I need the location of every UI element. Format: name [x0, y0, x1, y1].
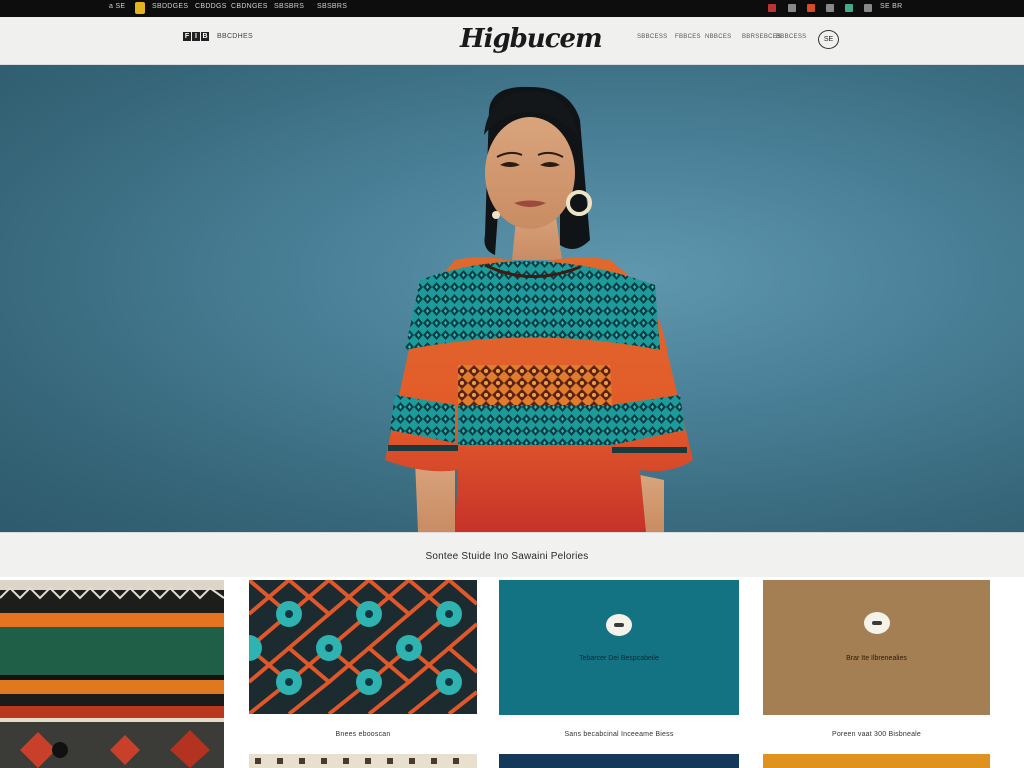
nav-item-1[interactable]: SBBCESS [637, 34, 667, 40]
hero-model-image [385, 86, 693, 532]
blog-icon[interactable]: B [201, 32, 209, 41]
product-badge-icon [606, 614, 632, 636]
product-caption-4[interactable]: Poreen vaat 300 Bisbneale [763, 731, 990, 738]
topbar-item-4[interactable]: CBDNGES [231, 3, 268, 10]
facebook-icon[interactable]: F [183, 32, 191, 41]
section-header: Sontee Stuide Ino Sawaini Pelories [0, 532, 1024, 577]
product-card-4-text: Brar Ite Ilbrenealies [846, 655, 907, 662]
topbar-item-3[interactable]: CBDDGS [195, 3, 227, 10]
topbar-item-2[interactable]: SBDDGES [152, 3, 188, 10]
product-card-4[interactable]: Brar Ite Ilbrenealies [763, 580, 990, 715]
textile-pattern-image [255, 758, 459, 764]
hero-banner[interactable] [0, 65, 1024, 532]
nav-item-2[interactable]: FBBCES [675, 34, 701, 40]
account-button[interactable]: SE [818, 30, 839, 49]
nav-item-5[interactable]: BBBCESS [776, 34, 806, 40]
product-caption-3[interactable]: Sans becabcinal Inceeame Biess [499, 731, 739, 738]
product-card-1[interactable] [0, 580, 224, 768]
mail-icon[interactable] [788, 4, 796, 12]
social-links: F I B [183, 32, 209, 41]
alert-icon[interactable] [768, 4, 776, 12]
product-card-3-text: Tebarcer Dei Bespcabeile [579, 655, 659, 662]
topbar-item-5[interactable]: SBSBRS [274, 3, 304, 10]
top-bar: a SE SBDDGES CBDDGS CBDNGES SBSBRS SBSBR… [0, 0, 1024, 17]
textile-stripes-image [0, 580, 224, 768]
flag-icon[interactable] [807, 4, 815, 12]
textile-diamond-image [249, 580, 477, 714]
nav-item-3[interactable]: NBBCES [705, 34, 731, 40]
topbar-item-6[interactable]: SBSBRS [317, 3, 347, 10]
cart-icon[interactable] [826, 4, 834, 12]
user-icon[interactable] [864, 4, 872, 12]
topbar-item-1[interactable]: a SE [109, 3, 125, 10]
product-card-6[interactable] [499, 754, 739, 768]
product-card-2[interactable] [249, 580, 477, 714]
section-title: Sontee Stuide Ino Sawaini Pelories [425, 551, 589, 562]
site-logo[interactable]: Higbucem [460, 24, 603, 54]
product-badge-icon [863, 612, 890, 634]
bookmark-icon[interactable] [135, 2, 145, 14]
product-card-7[interactable] [763, 754, 990, 768]
site-header: F I B BBCDHES Higbucem SBBCESS FBBCES NB… [0, 17, 1024, 65]
topbar-right-label[interactable]: SE BR [880, 3, 903, 10]
product-card-5[interactable] [249, 754, 477, 768]
grid-icon[interactable] [845, 4, 853, 12]
product-caption-2[interactable]: Bnees ebooscan [249, 731, 477, 738]
social-label[interactable]: BBCDHES [217, 33, 253, 40]
instagram-icon[interactable]: I [192, 32, 200, 41]
product-card-3[interactable]: Tebarcer Dei Bespcabeile [499, 580, 739, 715]
